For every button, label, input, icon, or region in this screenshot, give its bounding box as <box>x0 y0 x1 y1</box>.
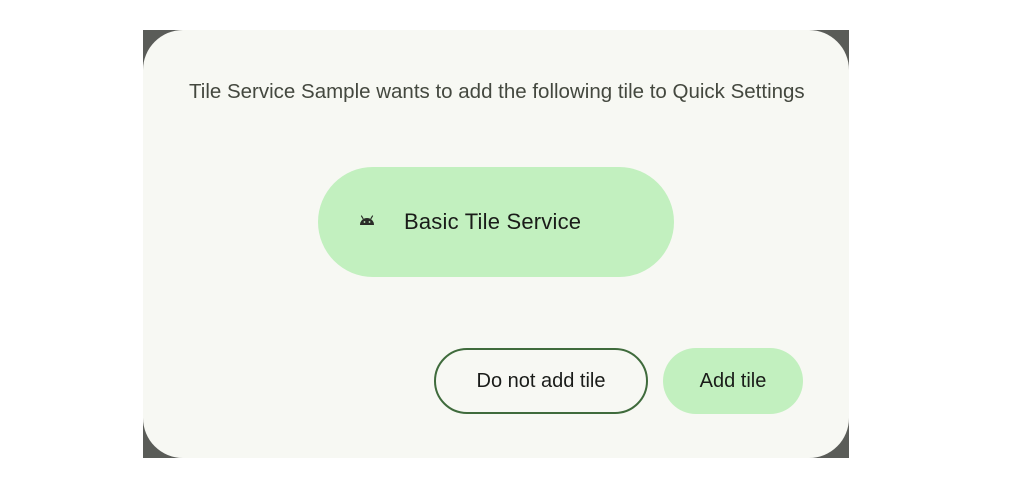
tile-preview: Basic Tile Service <box>318 167 674 277</box>
android-robot-icon <box>358 211 376 229</box>
dialog-message: Tile Service Sample wants to add the fol… <box>189 80 805 103</box>
tile-label: Basic Tile Service <box>404 209 582 234</box>
add-tile-dialog: Tile Service Sample wants to add the fol… <box>143 30 849 458</box>
do-not-add-tile-button[interactable]: Do not add tile <box>434 348 648 414</box>
add-tile-button[interactable]: Add tile <box>663 348 803 414</box>
